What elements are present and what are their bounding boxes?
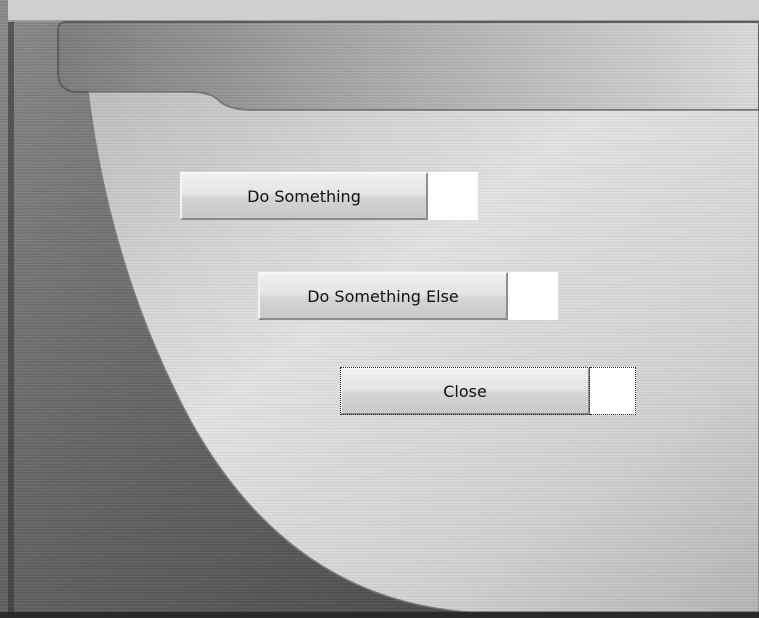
close-button[interactable]: Close [340, 367, 590, 415]
do-something-else-swatch [508, 272, 558, 320]
do-something-else-row: Do Something Else [258, 272, 558, 320]
do-something-button[interactable]: Do Something [180, 172, 428, 220]
do-something-row: Do Something [180, 172, 478, 220]
close-swatch [590, 367, 636, 415]
app-window: Do Something Do Something Else Close [0, 0, 759, 618]
close-row: Close [340, 367, 636, 415]
do-something-else-button[interactable]: Do Something Else [258, 272, 508, 320]
do-something-swatch [428, 172, 478, 220]
